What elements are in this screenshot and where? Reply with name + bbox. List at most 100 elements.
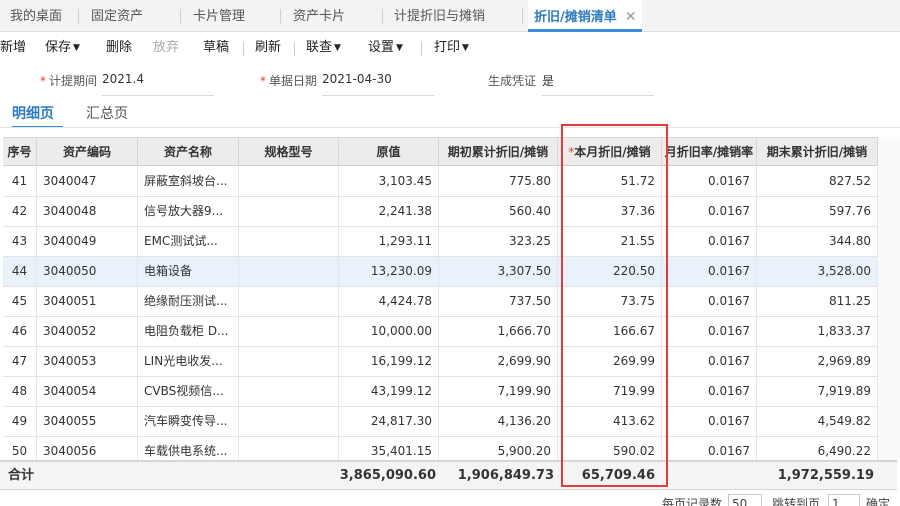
header-rate[interactable]: 月折旧率/摊销率 xyxy=(662,138,757,166)
header-seq[interactable]: 序号 xyxy=(3,138,37,166)
cell-asset-code[interactable]: 3040052 xyxy=(37,317,138,346)
tab-my-desktop[interactable]: 我的桌面 xyxy=(10,0,62,32)
close-icon[interactable]: ✕ xyxy=(625,9,637,25)
tab-depreciation-calc[interactable]: 计提折旧与摊销 xyxy=(394,0,485,32)
cell-closing-depreciation[interactable]: 2,969.89 xyxy=(757,347,878,376)
table-row[interactable]: 44 3040050 电箱设备 13,230.09 3,307.50 220.50 0.01… xyxy=(3,257,878,287)
cell-asset-name[interactable]: EMC测试试... xyxy=(138,227,239,256)
cell-asset-code[interactable]: 3040053 xyxy=(37,347,138,376)
cell-opening-depreciation[interactable]: 560.40 xyxy=(439,197,558,226)
header-asset-name[interactable]: 资产名称 xyxy=(138,138,239,166)
table-row[interactable]: 48 3040054 CVBS视频信... 43,199.12 7,199.90 719.… xyxy=(3,377,878,407)
settings-button[interactable]: 设置 ▼ xyxy=(368,33,403,63)
cell-month-depreciation[interactable]: 220.50 xyxy=(558,257,662,286)
table-row[interactable]: 43 3040049 EMC测试试... 1,293.11 323.25 21.55 0.0… xyxy=(3,227,878,257)
header-asset-code[interactable]: 资产编码 xyxy=(37,138,138,166)
tab-summary[interactable]: 汇总页 xyxy=(86,104,128,128)
cell-spec[interactable] xyxy=(239,377,339,406)
cell-closing-depreciation[interactable]: 811.25 xyxy=(757,287,878,316)
cell-asset-code[interactable]: 3040054 xyxy=(37,377,138,406)
table-row[interactable]: 42 3040048 信号放大器9... 2,241.38 560.40 37.36 0.0… xyxy=(3,197,878,227)
delete-button[interactable]: 删除 xyxy=(106,33,132,63)
per-page-input[interactable]: 50 xyxy=(728,494,762,506)
cell-original-value[interactable]: 10,000.00 xyxy=(339,317,439,346)
cell-rate[interactable]: 0.0167 xyxy=(662,287,757,316)
cell-spec[interactable] xyxy=(239,257,339,286)
cell-seq[interactable]: 44 xyxy=(3,257,37,286)
cell-closing-depreciation[interactable]: 3,528.00 xyxy=(757,257,878,286)
header-spec[interactable]: 规格型号 xyxy=(239,138,339,166)
cell-rate[interactable]: 0.0167 xyxy=(662,227,757,256)
cell-asset-name[interactable]: CVBS视频信... xyxy=(138,377,239,406)
cell-opening-depreciation[interactable]: 775.80 xyxy=(439,167,558,196)
cell-seq[interactable]: 43 xyxy=(3,227,37,256)
table-row[interactable]: 41 3040047 屏蔽室斜坡台... 3,103.45 775.80 51.72 0.0… xyxy=(3,167,878,197)
jump-input[interactable]: 1 xyxy=(828,494,860,506)
draft-button[interactable]: 草稿 xyxy=(203,33,229,63)
cell-original-value[interactable]: 2,241.38 xyxy=(339,197,439,226)
tab-detail[interactable]: 明细页 xyxy=(12,104,63,128)
tab-card-management[interactable]: 卡片管理 xyxy=(193,0,245,32)
cell-opening-depreciation[interactable]: 4,136.20 xyxy=(439,407,558,436)
cell-asset-name[interactable]: 绝缘耐压测试... xyxy=(138,287,239,316)
cell-rate[interactable]: 0.0167 xyxy=(662,257,757,286)
cell-month-depreciation[interactable]: 719.99 xyxy=(558,377,662,406)
cell-original-value[interactable]: 24,817.30 xyxy=(339,407,439,436)
query-button[interactable]: 联查 ▼ xyxy=(306,33,341,63)
cell-opening-depreciation[interactable]: 323.25 xyxy=(439,227,558,256)
cell-original-value[interactable]: 1,293.11 xyxy=(339,227,439,256)
cell-month-depreciation[interactable]: 269.99 xyxy=(558,347,662,376)
header-opening-depreciation[interactable]: 期初累计折旧/摊销 xyxy=(439,138,558,166)
cell-asset-code[interactable]: 3040051 xyxy=(37,287,138,316)
confirm-button[interactable]: 确定 xyxy=(866,495,890,506)
date-value[interactable]: 2021-04-30 xyxy=(322,72,434,96)
cell-asset-code[interactable]: 3040049 xyxy=(37,227,138,256)
cell-rate[interactable]: 0.0167 xyxy=(662,167,757,196)
cell-month-depreciation[interactable]: 21.55 xyxy=(558,227,662,256)
cell-asset-name[interactable]: 信号放大器9... xyxy=(138,197,239,226)
cell-rate[interactable]: 0.0167 xyxy=(662,407,757,436)
refresh-button[interactable]: 刷新 xyxy=(255,33,281,63)
cell-asset-name[interactable]: 汽车瞬变传导... xyxy=(138,407,239,436)
cell-asset-code[interactable]: 3040047 xyxy=(37,167,138,196)
cell-seq[interactable]: 47 xyxy=(3,347,37,376)
cell-rate[interactable]: 0.0167 xyxy=(662,197,757,226)
cell-opening-depreciation[interactable]: 2,699.90 xyxy=(439,347,558,376)
cell-original-value[interactable]: 3,103.45 xyxy=(339,167,439,196)
voucher-value[interactable]: 是 xyxy=(542,72,654,96)
cell-asset-code[interactable]: 3040050 xyxy=(37,257,138,286)
cell-closing-depreciation[interactable]: 597.76 xyxy=(757,197,878,226)
cell-opening-depreciation[interactable]: 1,666.70 xyxy=(439,317,558,346)
cell-closing-depreciation[interactable]: 1,833.37 xyxy=(757,317,878,346)
cell-spec[interactable] xyxy=(239,347,339,376)
cell-seq[interactable]: 48 xyxy=(3,377,37,406)
cell-original-value[interactable]: 13,230.09 xyxy=(339,257,439,286)
tab-fixed-assets[interactable]: 固定资产 xyxy=(91,0,143,32)
cell-closing-depreciation[interactable]: 7,919.89 xyxy=(757,377,878,406)
cell-asset-code[interactable]: 3040055 xyxy=(37,407,138,436)
tab-asset-card[interactable]: 资产卡片 xyxy=(293,0,345,32)
table-row[interactable]: 47 3040053 LIN光电收发... 16,199.12 2,699.90 269.… xyxy=(3,347,878,377)
header-closing-depreciation[interactable]: 期末累计折旧/摊销 xyxy=(757,138,878,166)
cell-opening-depreciation[interactable]: 3,307.50 xyxy=(439,257,558,286)
cell-spec[interactable] xyxy=(239,407,339,436)
cell-spec[interactable] xyxy=(239,167,339,196)
cell-closing-depreciation[interactable]: 344.80 xyxy=(757,227,878,256)
cell-seq[interactable]: 42 xyxy=(3,197,37,226)
cell-seq[interactable]: 45 xyxy=(3,287,37,316)
cell-closing-depreciation[interactable]: 4,549.82 xyxy=(757,407,878,436)
cell-spec[interactable] xyxy=(239,317,339,346)
cell-rate[interactable]: 0.0167 xyxy=(662,377,757,406)
tab-depreciation-list[interactable]: 折旧/摊销清单 ✕ xyxy=(528,0,643,32)
cell-original-value[interactable]: 43,199.12 xyxy=(339,377,439,406)
table-row[interactable]: 49 3040055 汽车瞬变传导... 24,817.30 4,136.20 413.6… xyxy=(3,407,878,437)
cell-month-depreciation[interactable]: 166.67 xyxy=(558,317,662,346)
cell-seq[interactable]: 41 xyxy=(3,167,37,196)
table-row[interactable]: 45 3040051 绝缘耐压测试... 4,424.78 737.50 73.75 0.0… xyxy=(3,287,878,317)
cell-asset-code[interactable]: 3040048 xyxy=(37,197,138,226)
cell-rate[interactable]: 0.0167 xyxy=(662,347,757,376)
cell-spec[interactable] xyxy=(239,227,339,256)
cell-opening-depreciation[interactable]: 7,199.90 xyxy=(439,377,558,406)
cell-month-depreciation[interactable]: 37.36 xyxy=(558,197,662,226)
cell-asset-name[interactable]: 屏蔽室斜坡台... xyxy=(138,167,239,196)
